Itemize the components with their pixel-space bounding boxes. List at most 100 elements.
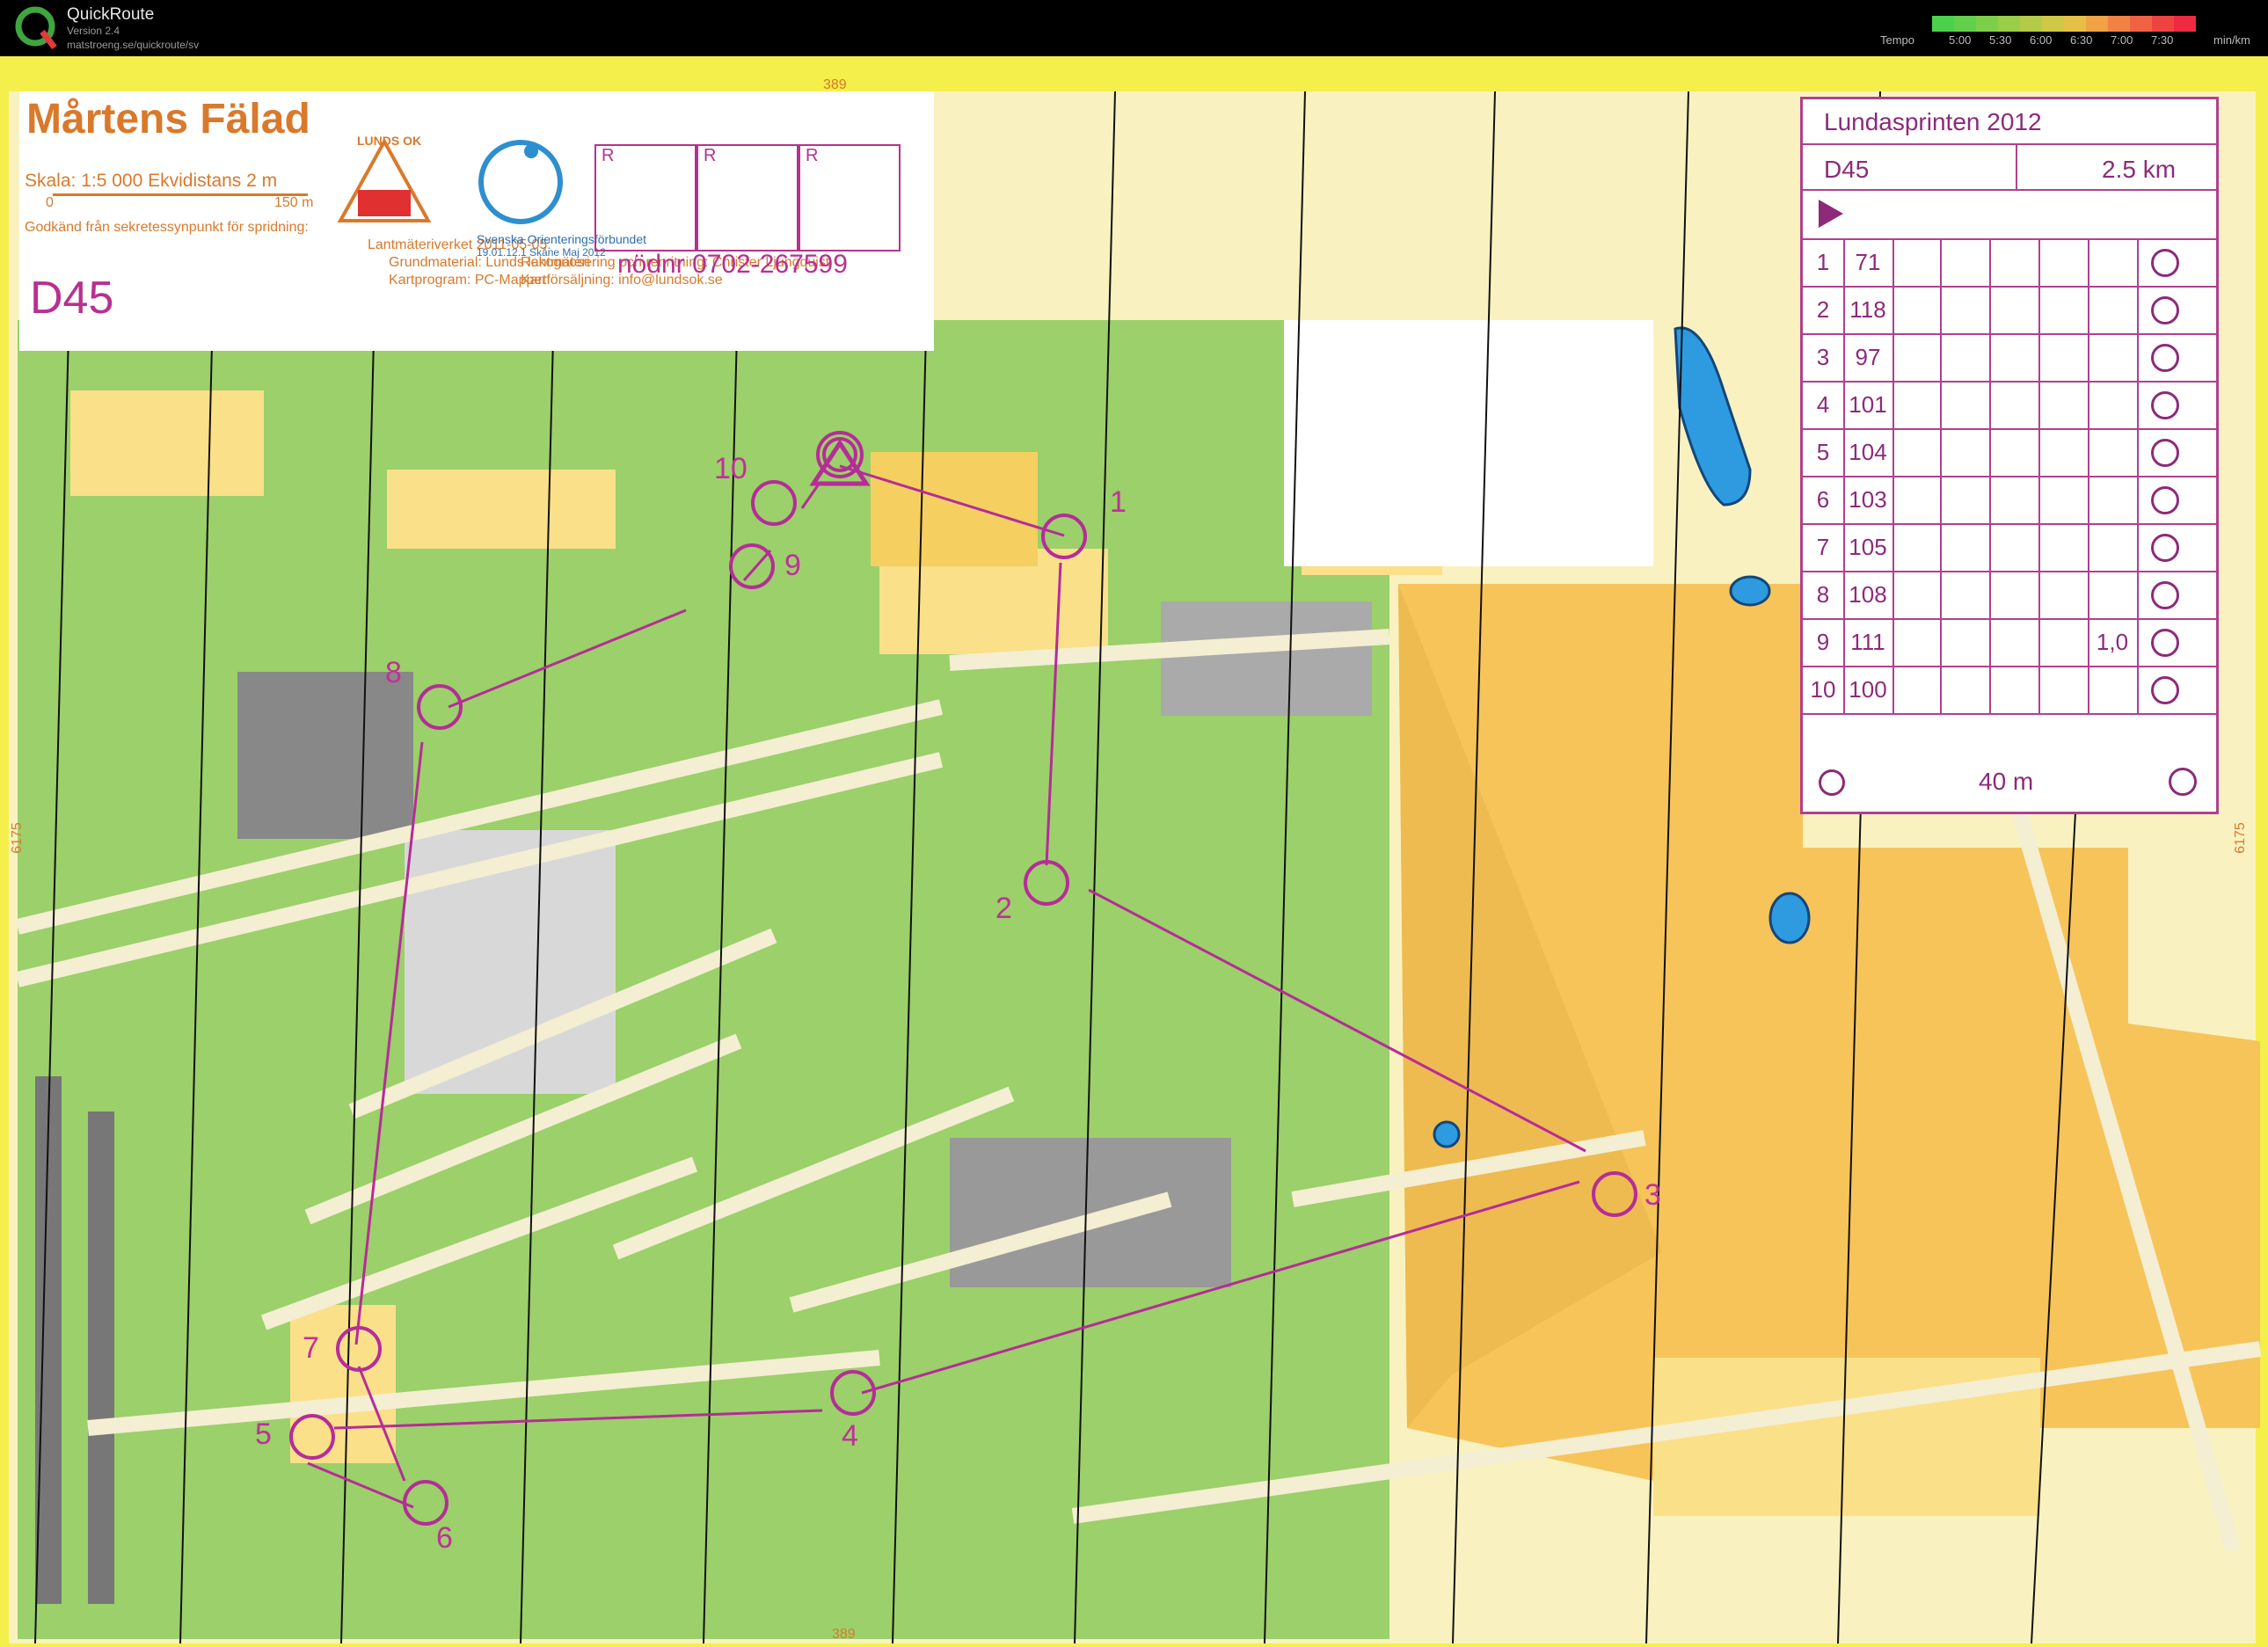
- desc-col-f: [2038, 618, 2089, 666]
- tempo-tick: 5:00: [1949, 33, 1972, 47]
- desc-col-c: [1892, 286, 1942, 333]
- desc-col-g: [2088, 476, 2139, 523]
- approval-text: Godkänd från sekretessynpunkt för spridn…: [25, 220, 309, 235]
- finish-start-icon: [1819, 769, 1845, 796]
- tempo-tick: 7:00: [2111, 33, 2133, 47]
- desc-header-row: Lundasprinten 2012: [1803, 99, 2216, 145]
- control-seq: 3: [1803, 333, 1845, 381]
- desc-control-row: 9 111 1,0: [1803, 618, 2216, 667]
- control-location-icon: [2151, 296, 2179, 324]
- grid-label-bottom: 389: [832, 1627, 856, 1642]
- control-location-icon: [2151, 581, 2179, 609]
- desc-col-c: [1892, 428, 1942, 476]
- start-triangle-icon: [1819, 200, 1843, 228]
- desc-col-f: [2038, 523, 2089, 571]
- control-location-icon: [2151, 391, 2179, 419]
- control-seq: 7: [1803, 523, 1845, 571]
- scalebar-zero: 0: [46, 195, 54, 210]
- tempo-tick: 6:30: [2070, 33, 2093, 47]
- control-number: 2: [995, 892, 1012, 925]
- desc-col-e: [1989, 381, 2040, 428]
- finish-distance: 40 m: [1979, 768, 2034, 795]
- control-code: 118: [1843, 286, 1894, 333]
- desc-start-row: [1803, 191, 2216, 240]
- control-number: 8: [385, 656, 402, 689]
- desc-col-f: [2038, 381, 2089, 428]
- desc-class-row: D45 2.5 km: [1803, 145, 2216, 191]
- map-title: Mårtens Fälad: [26, 96, 310, 142]
- tempo-color-scale: [1932, 16, 2196, 32]
- desc-col-e: [1989, 428, 2040, 476]
- desc-col-c: [1892, 666, 1942, 713]
- control-number: 1: [1110, 485, 1127, 519]
- desc-col-f: [2038, 666, 2089, 713]
- control-code: 104: [1843, 428, 1894, 476]
- tempo-tick: 7:30: [2151, 33, 2174, 47]
- desc-col-d: [1940, 523, 1991, 571]
- desc-col-g: [2088, 666, 2139, 713]
- r-box: R: [696, 144, 799, 251]
- orienteering-map[interactable]: Mårtens Fälad Skala: 1:5 000 Ekvidistans…: [0, 56, 2268, 1647]
- desc-col-g: [2088, 381, 2139, 428]
- desc-col-d: [1940, 666, 1991, 713]
- desc-col-e: [1989, 286, 2040, 333]
- desc-control-row: 10 100: [1803, 666, 2216, 715]
- control-location-icon: [2151, 676, 2179, 704]
- desc-col-c: [1892, 381, 1942, 428]
- r-box: R: [799, 144, 901, 251]
- federation-sub: 19.01.12.1 Skåne Maj 2012: [477, 246, 606, 259]
- emergency-phone: nödnr 0702-267599: [617, 250, 848, 279]
- desc-col-g: [2088, 428, 2139, 476]
- control-number: 4: [842, 1419, 858, 1453]
- control-description-sheet: Lundasprinten 2012 D45 2.5 km 1 71 2 118 3 97…: [1800, 97, 2219, 814]
- app-version: Version 2.4: [67, 25, 120, 37]
- control-code: 101: [1843, 381, 1894, 428]
- control-location-icon: [2151, 486, 2179, 514]
- control-seq: 1: [1803, 238, 1845, 286]
- control-location-icon: [2151, 249, 2179, 277]
- r-box: R: [594, 144, 696, 251]
- desc-col-f: [2038, 571, 2089, 618]
- control-seq: 5: [1803, 428, 1845, 476]
- tempo-unit: min/km: [2213, 33, 2250, 47]
- desc-col-e: [1989, 523, 2040, 571]
- control-seq: 10: [1803, 666, 1845, 713]
- desc-col-c: [1892, 523, 1942, 571]
- control-seq: 8: [1803, 571, 1845, 618]
- desc-col-g: [2088, 523, 2139, 571]
- control-number: 7: [303, 1331, 319, 1365]
- app-titlebar: QuickRoute Version 2.4 matstroeng.se/qui…: [0, 0, 2268, 56]
- control-number: 5: [255, 1417, 272, 1451]
- desc-col-d: [1940, 286, 1991, 333]
- control-code: 108: [1843, 571, 1894, 618]
- desc-col-f: [2038, 428, 2089, 476]
- desc-col-d: [1940, 476, 1991, 523]
- control-location-icon: [2151, 629, 2179, 657]
- desc-col-e: [1989, 476, 2040, 523]
- control-code: 111: [1843, 618, 1894, 666]
- control-code: 105: [1843, 523, 1894, 571]
- grid-label-right: 6175: [2232, 822, 2248, 854]
- desc-col-f: [2038, 238, 2089, 286]
- grid-label-left: 6175: [9, 822, 25, 854]
- control-code: 103: [1843, 476, 1894, 523]
- lunds-ok-logo-icon: [337, 137, 432, 222]
- club-logo-text: LUNDS OK: [357, 134, 422, 148]
- class-label: D45: [30, 273, 114, 324]
- map-legend: Mårtens Fälad Skala: 1:5 000 Ekvidistans…: [19, 91, 934, 351]
- control-seq: 4: [1803, 381, 1845, 428]
- desc-col-g: [2088, 571, 2139, 618]
- control-seq: 6: [1803, 476, 1845, 523]
- control-number: 3: [1644, 1178, 1661, 1212]
- desc-col-f: [2038, 286, 2089, 333]
- control-code: 71: [1843, 238, 1894, 286]
- tempo-tick: 6:00: [2030, 33, 2053, 47]
- desc-control-row: 7 105: [1803, 523, 2216, 572]
- desc-col-e: [1989, 238, 2040, 286]
- desc-col-g: [2088, 286, 2139, 333]
- desc-col-g: [2088, 333, 2139, 381]
- scalebar: [53, 193, 308, 196]
- desc-control-row: 6 103: [1803, 476, 2216, 525]
- desc-col-e: [1989, 333, 2040, 381]
- desc-col-c: [1892, 238, 1942, 286]
